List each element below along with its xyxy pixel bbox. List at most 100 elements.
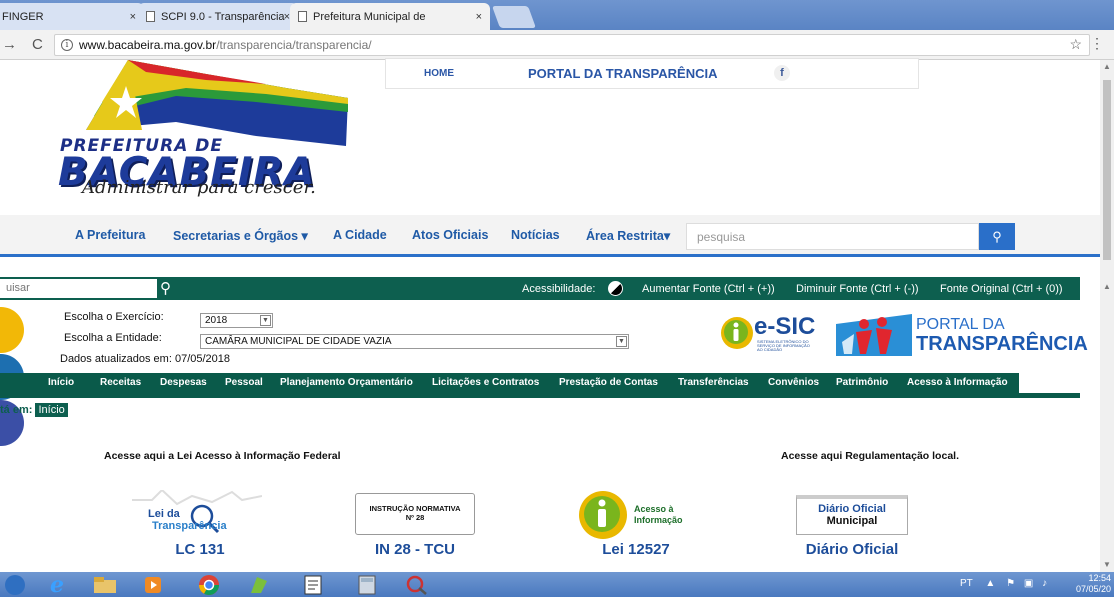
notepad-icon[interactable] — [290, 573, 336, 596]
menu-transferencias[interactable]: Transferências — [678, 377, 749, 388]
start-button[interactable] — [0, 573, 30, 596]
acesso-informacao-icon[interactable] — [578, 490, 628, 540]
home-link[interactable]: HOME — [424, 68, 454, 79]
nav-noticias[interactable]: Notícias — [511, 228, 560, 242]
file-explorer-icon[interactable] — [82, 573, 128, 596]
site-search-input[interactable]: pesquisa — [686, 223, 979, 250]
url-path: /transparencia/transparencia/ — [216, 38, 372, 52]
volume-icon[interactable]: ♪ — [1042, 578, 1047, 589]
search-icon[interactable]: ⚲ — [160, 279, 171, 297]
media-player-icon[interactable] — [130, 573, 176, 596]
scrollbar-thumb[interactable] — [1103, 80, 1111, 260]
updated-date: Dados atualizados em: 07/05/2018 — [60, 353, 231, 365]
top-menu: HOME PORTAL DA TRANSPARÊNCIA f — [385, 58, 919, 89]
bookmark-star-icon[interactable]: ☆ — [1069, 36, 1082, 53]
bacabeira-flag-logo — [86, 60, 348, 146]
chevron-down-icon: ▼ — [616, 336, 627, 347]
nav-a-prefeitura[interactable]: A Prefeitura — [75, 228, 145, 242]
diario-heading: Diário Oficial — [818, 503, 886, 515]
search-icon[interactable]: ⚲ — [979, 223, 1015, 250]
scroll-down-icon[interactable]: ▼ — [1103, 560, 1111, 569]
card-title-diario[interactable]: Diário Oficial — [790, 541, 914, 558]
menu-patrimonio[interactable]: Patrimônio — [836, 377, 888, 388]
transparency-menu: Início Receitas Despesas Pessoal Planeja… — [0, 373, 1019, 393]
calculator-icon[interactable] — [344, 573, 390, 596]
original-font-link[interactable]: Fonte Original (Ctrl + (0)) — [940, 283, 1063, 295]
menu-pessoal[interactable]: Pessoal — [225, 377, 263, 388]
card-lc131-logo[interactable]: Lei da Transparência — [132, 490, 262, 538]
action-center-icon[interactable]: ⚑ — [1006, 578, 1015, 589]
clock[interactable]: 12:54 07/05/20 — [1076, 573, 1111, 595]
nav-secretarias[interactable]: Secretarias e Órgãos ▾ — [173, 228, 308, 243]
menu-inicio[interactable]: Início — [48, 377, 74, 388]
tab-scpi[interactable]: SCPI 9.0 - Transparência × — [138, 3, 298, 30]
nav-a-cidade[interactable]: A Cidade — [333, 228, 387, 242]
tray-chevron-icon[interactable]: ▲ — [985, 578, 995, 589]
menu-planejamento[interactable]: Planejamento Orçamentário — [280, 377, 413, 388]
lei-da-text: Lei da — [148, 508, 180, 520]
chrome-icon[interactable] — [186, 573, 232, 596]
menu-licitacoes[interactable]: Licitações e Contratos — [432, 377, 539, 388]
logo-slogan: Administrar para crescer. — [82, 177, 316, 198]
breadcrumb: tá em: Início — [0, 403, 68, 417]
side-widget-yellow[interactable] — [0, 307, 24, 353]
menu-despesas[interactable]: Despesas — [160, 377, 207, 388]
portal-label-line1: PORTAL DA — [916, 316, 1005, 333]
scroll-up-icon[interactable]: ▲ — [1103, 62, 1111, 71]
app-green-icon[interactable] — [236, 573, 282, 596]
breadcrumb-current[interactable]: Início — [35, 403, 68, 417]
nav-atos-oficiais[interactable]: Atos Oficiais — [412, 228, 488, 242]
tab-close-icon[interactable]: × — [476, 11, 482, 23]
tab-prefeitura[interactable]: Prefeitura Municipal de × — [290, 3, 490, 30]
quick-search-input[interactable]: uisar — [0, 279, 157, 298]
snipping-tool-icon[interactable] — [394, 573, 440, 596]
card-in28-logo[interactable]: INSTRUÇÃO NORMATIVA Nº 28 — [355, 493, 475, 535]
new-tab-button[interactable] — [491, 6, 537, 28]
tab-close-icon[interactable]: × — [130, 11, 136, 23]
page-icon — [298, 11, 307, 22]
internet-explorer-icon[interactable]: e — [34, 572, 80, 597]
esic-info-icon[interactable] — [720, 316, 754, 350]
menu-underline — [0, 393, 1080, 398]
menu-convenios[interactable]: Convênios — [768, 377, 819, 388]
browser-tab-strip: FINGER × SCPI 9.0 - Transparência × Pref… — [0, 0, 1114, 30]
menu-acesso-informacao[interactable]: Acesso à Informação — [907, 377, 1008, 388]
nav-area-restrita[interactable]: Área Restrita▾ — [586, 228, 670, 243]
portal-transparencia-link[interactable]: PORTAL DA TRANSPARÊNCIA — [528, 66, 717, 81]
acesso-a-text: Acesso à — [634, 504, 674, 514]
card-title-lei12527[interactable]: Lei 12527 — [586, 541, 686, 558]
decrease-font-link[interactable]: Diminuir Fonte (Ctrl + (-)) — [796, 283, 919, 295]
breadcrumb-prefix: tá em: — [0, 404, 33, 416]
url-host: www.bacabeira.ma.gov.br — [79, 38, 217, 52]
network-icon[interactable]: ▣ — [1024, 578, 1033, 589]
local-regulation-link[interactable]: Acesse aqui Regulamentação local. — [781, 450, 959, 462]
url-input[interactable]: i www.bacabeira.ma.gov.br/transparencia/… — [54, 34, 1090, 56]
entidade-select[interactable]: CAMÂRA MUNICIPAL DE CIDADE VAZIA ▼ — [200, 334, 629, 349]
forward-icon[interactable]: → — [2, 36, 17, 53]
menu-receitas[interactable]: Receitas — [100, 377, 141, 388]
page-icon — [146, 11, 155, 22]
facebook-icon[interactable]: f — [774, 65, 790, 81]
browser-menu-icon[interactable]: ⋮ — [1090, 35, 1104, 52]
portal-transparencia-logo[interactable] — [836, 314, 912, 356]
card-title-lc131[interactable]: LC 131 — [150, 541, 250, 558]
increase-font-link[interactable]: Aumentar Fonte (Ctrl + (+)) — [642, 283, 775, 295]
contrast-icon[interactable] — [608, 281, 623, 296]
language-indicator[interactable]: PT — [960, 578, 973, 589]
federal-law-link[interactable]: Acesse aqui a Lei Acesso à Informação Fe… — [104, 450, 341, 462]
tab-finger[interactable]: FINGER × — [0, 3, 144, 30]
clock-time: 12:54 — [1088, 573, 1112, 583]
vertical-scrollbar[interactable]: ▲ ▲ ▼ — [1100, 60, 1114, 572]
accessibility-bar: uisar ⚲ Acessibilidade: Aumentar Fonte (… — [0, 277, 1080, 300]
site-info-icon[interactable]: i — [61, 39, 73, 51]
menu-prestacao-contas[interactable]: Prestação de Contas — [559, 377, 658, 388]
exercicio-label: Escolha o Exercício: — [64, 311, 164, 323]
esic-link[interactable]: e-SIC — [754, 313, 815, 341]
screen: FINGER × SCPI 9.0 - Transparência × Pref… — [0, 0, 1114, 597]
card-diario-logo[interactable]: Diário Oficial Municipal — [796, 495, 908, 535]
reload-icon[interactable]: C — [32, 36, 43, 53]
scroll-up-icon[interactable]: ▲ — [1103, 282, 1111, 291]
tab-label: SCPI 9.0 - Transparência — [161, 10, 285, 23]
card-title-in28[interactable]: IN 28 - TCU — [355, 541, 475, 558]
exercicio-select[interactable]: 2018 ▼ — [200, 313, 273, 328]
